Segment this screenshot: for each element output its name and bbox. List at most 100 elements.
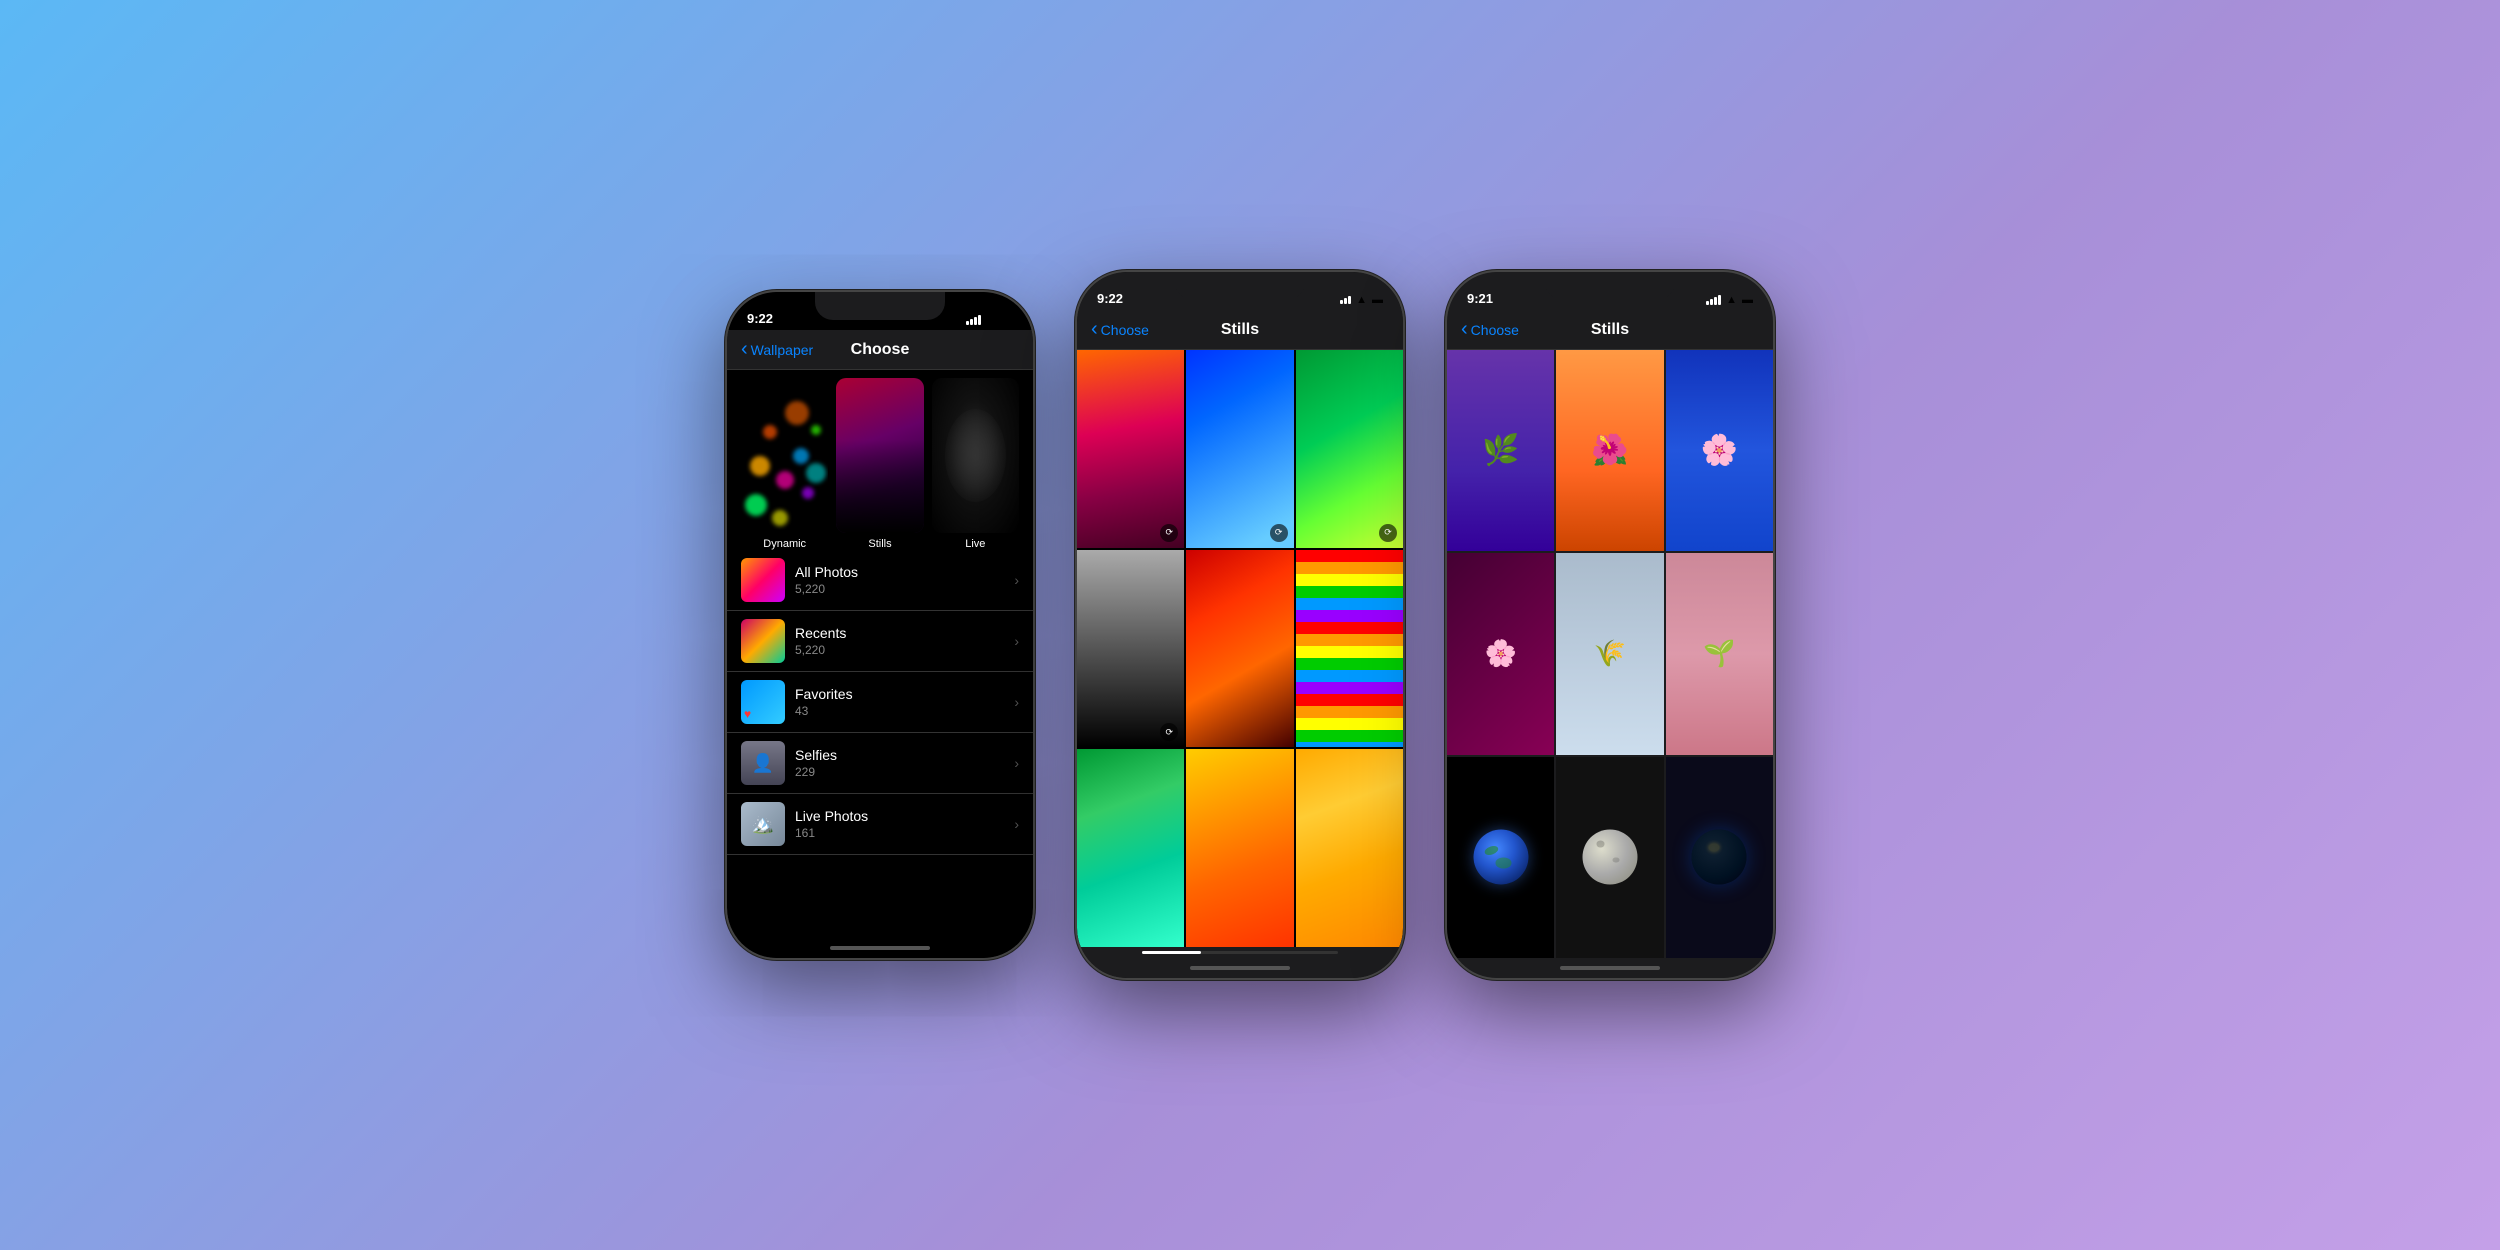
live-photos-chevron: › (1014, 816, 1019, 832)
earth-orb (1473, 830, 1528, 885)
signal-icon-2 (1340, 296, 1351, 304)
stills-cell-r3c3[interactable] (1296, 749, 1403, 947)
all-photos-count: 5,220 (795, 582, 1004, 596)
phone-3-screen: 9:21 ▲ ▬ Choose Stills (1447, 272, 1773, 978)
status-icons-3: ▲ ▬ (1706, 294, 1753, 306)
live-photos-count: 161 (795, 826, 1004, 840)
phone-1-screen: 9:22 ▲ ▬ Wallpaper Choose (727, 292, 1033, 958)
favorites-chevron: › (1014, 694, 1019, 710)
phone-notch-1 (815, 292, 945, 320)
category-stills[interactable]: Stills (836, 378, 923, 550)
live-photos-name: Live Photos (795, 808, 1004, 824)
battery-icon-1: ▬ (1002, 314, 1013, 326)
nav-bar-1: Wallpaper Choose (727, 330, 1033, 370)
toggle-r1c3[interactable]: ⟳ (1379, 524, 1397, 542)
recents-count: 5,220 (795, 643, 1004, 657)
stills-thumb (836, 378, 923, 533)
battery-icon-2: ▬ (1372, 294, 1383, 306)
back-label-3: Choose (1471, 322, 1519, 338)
all-photos-thumb (741, 558, 785, 602)
stills-cell-r1c2[interactable]: ⟳ (1186, 350, 1293, 548)
stills-cell-3-r3c2[interactable] (1556, 757, 1663, 958)
library-item-favorites[interactable]: ♥ Favorites 43 › (727, 672, 1033, 733)
nav-title-1: Choose (851, 341, 910, 359)
status-icons-2: ▲ ▬ (1340, 294, 1383, 306)
moon-orb (1582, 830, 1637, 885)
library-list: All Photos 5,220 › Recents 5,220 › ♥ (727, 550, 1033, 938)
recents-info: Recents 5,220 (785, 625, 1014, 657)
night-orb (1692, 830, 1747, 885)
nav-title-3: Stills (1591, 321, 1629, 339)
back-label-2: Choose (1101, 322, 1149, 338)
library-item-selfies[interactable]: 👤 Selfies 229 › (727, 733, 1033, 794)
home-bar-3 (1560, 966, 1660, 970)
stills-cell-3-r3c3[interactable] (1666, 757, 1773, 958)
status-time-3: 9:21 (1467, 291, 1493, 306)
favorites-count: 43 (795, 704, 1004, 718)
back-button-2[interactable]: Choose (1091, 318, 1149, 341)
nav-title-2: Stills (1221, 321, 1259, 339)
status-icons-1: ▲ ▬ (966, 314, 1013, 326)
phone-notch-3 (1545, 272, 1675, 300)
stills-label: Stills (868, 538, 891, 550)
back-button-1[interactable]: Wallpaper (741, 338, 813, 361)
stills-cell-r2c2[interactable] (1186, 550, 1293, 748)
signal-icon-1 (966, 315, 981, 325)
stills-cell-r1c3[interactable]: ⟳ (1296, 350, 1403, 548)
stills-cell-3-r3c1[interactable] (1447, 757, 1554, 958)
selfies-info: Selfies 229 (785, 747, 1014, 779)
recents-thumb (741, 619, 785, 663)
back-arrow-3 (1461, 318, 1468, 341)
stills-cell-r3c1[interactable] (1077, 749, 1184, 947)
stills-cell-3-r1c3[interactable]: 🌸 (1666, 350, 1773, 551)
home-indicator-3 (1447, 958, 1773, 978)
phone-notch-2 (1175, 272, 1305, 300)
toggle-r1c2[interactable]: ⟳ (1270, 524, 1288, 542)
all-photos-chevron: › (1014, 572, 1019, 588)
back-arrow-2 (1091, 318, 1098, 341)
stills-grid-2: ⟳ ⟳ ⟳ ⟳ (1077, 350, 1403, 947)
selfies-name: Selfies (795, 747, 1004, 763)
stills-cell-3-r1c2[interactable]: 🌺 (1556, 350, 1663, 551)
scroll-area-2 (1077, 947, 1403, 958)
stills-cell-3-r2c1[interactable]: 🌸 (1447, 553, 1554, 754)
stills-cell-r3c2[interactable] (1186, 749, 1293, 947)
stills-cell-r2c3[interactable] (1296, 550, 1403, 748)
back-button-3[interactable]: Choose (1461, 318, 1519, 341)
wifi-icon-2: ▲ (1356, 294, 1367, 306)
stills-grid-3: 🌿 🌺 🌸 🌸 🌾 (1447, 350, 1773, 958)
battery-icon-3: ▬ (1742, 294, 1753, 306)
recents-name: Recents (795, 625, 1004, 641)
status-time-2: 9:22 (1097, 291, 1123, 306)
library-item-live-photos[interactable]: 🏔️ Live Photos 161 › (727, 794, 1033, 855)
selfies-count: 229 (795, 765, 1004, 779)
category-dynamic[interactable]: Dynamic (741, 378, 828, 550)
stills-cell-3-r2c3[interactable]: 🌱 (1666, 553, 1773, 754)
selfies-thumb: 👤 (741, 741, 785, 785)
stills-cell-3-r1c1[interactable]: 🌿 (1447, 350, 1554, 551)
nav-bar-2: Choose Stills (1077, 310, 1403, 350)
library-item-recents[interactable]: Recents 5,220 › (727, 611, 1033, 672)
recents-chevron: › (1014, 633, 1019, 649)
dynamic-label: Dynamic (763, 538, 806, 550)
stills-cell-r1c1[interactable]: ⟳ (1077, 350, 1184, 548)
toggle-r1c1[interactable]: ⟳ (1160, 524, 1178, 542)
phone-2-screen: 9:22 ▲ ▬ Choose Stills (1077, 272, 1403, 978)
stills-cell-r2c1[interactable]: ⟳ (1077, 550, 1184, 748)
live-photos-info: Live Photos 161 (785, 808, 1014, 840)
status-time-1: 9:22 (747, 311, 773, 326)
selfies-chevron: › (1014, 755, 1019, 771)
library-item-all-photos[interactable]: All Photos 5,220 › (727, 550, 1033, 611)
category-live[interactable]: Live (932, 378, 1019, 550)
stills-cell-3-r2c2[interactable]: 🌾 (1556, 553, 1663, 754)
scroll-indicator-2 (1142, 951, 1338, 954)
back-arrow-1 (741, 338, 748, 361)
all-photos-info: All Photos 5,220 (785, 564, 1014, 596)
signal-icon-3 (1706, 295, 1721, 305)
phone-3: 9:21 ▲ ▬ Choose Stills (1445, 270, 1775, 980)
live-thumb (932, 378, 1019, 533)
wifi-icon-1: ▲ (986, 314, 997, 326)
live-photos-thumb: 🏔️ (741, 802, 785, 846)
favorites-name: Favorites (795, 686, 1004, 702)
favorites-thumb: ♥ (741, 680, 785, 724)
